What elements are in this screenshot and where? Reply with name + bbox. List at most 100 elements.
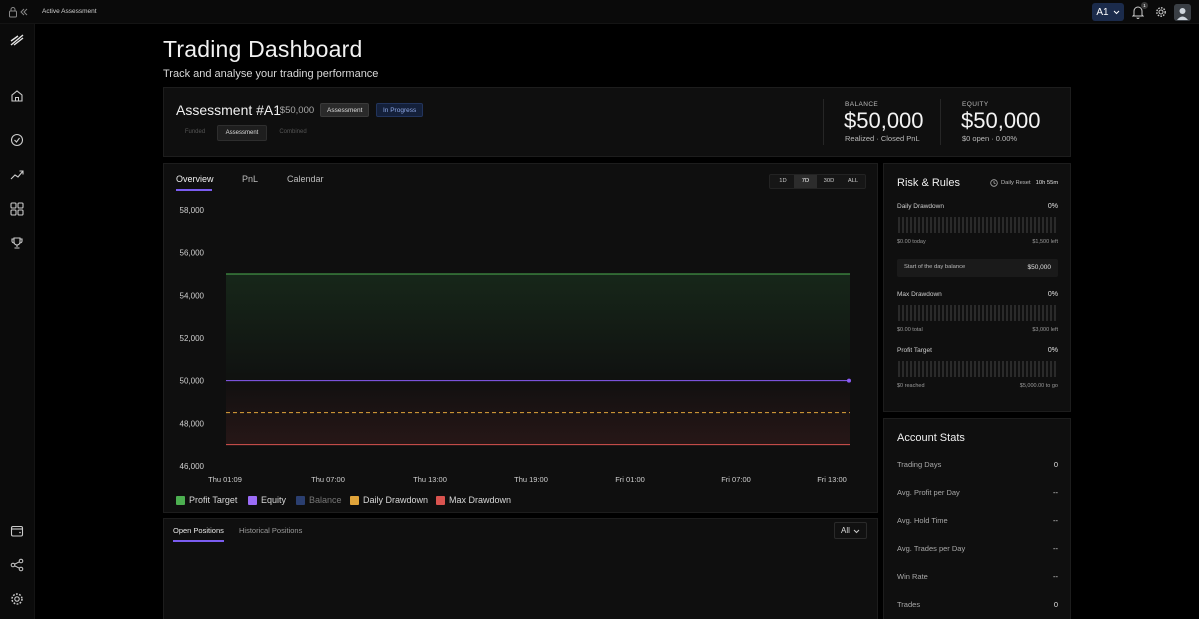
- meter-segment: [1018, 305, 1020, 321]
- legend-max-drawdown[interactable]: Max Drawdown: [436, 495, 511, 505]
- meter-segment: [946, 305, 948, 321]
- stat-label: Avg. Profit per Day: [897, 488, 960, 497]
- profit-target-reached: $0 reached: [897, 383, 925, 389]
- range-selector: 1D 7D 30D ALL: [769, 174, 866, 189]
- profit-target-label: Profit Target: [897, 347, 932, 354]
- meter-segment: [946, 361, 948, 377]
- meter-segment: [982, 217, 984, 233]
- meter-segment: [962, 361, 964, 377]
- meter-segment: [1046, 361, 1048, 377]
- balance-label: BALANCE: [845, 101, 879, 108]
- meter-segment: [974, 217, 976, 233]
- meter-segment: [922, 361, 924, 377]
- meter-segment: [1054, 217, 1056, 233]
- stat-row-trades: Trades 0: [897, 600, 1058, 612]
- meter-segment: [966, 361, 968, 377]
- legend-daily-drawdown[interactable]: Daily Drawdown: [350, 495, 428, 505]
- range-30d-button[interactable]: 30D: [818, 175, 840, 188]
- phase-funded[interactable]: Funded: [176, 125, 214, 141]
- range-7d-button[interactable]: 7D: [794, 175, 817, 188]
- max-drawdown-used: $0.00 total: [897, 327, 923, 333]
- meter-segment: [1014, 361, 1016, 377]
- meter-segment: [1010, 305, 1012, 321]
- profit-target-percent: 0%: [1047, 347, 1058, 354]
- meter-segment: [898, 217, 900, 233]
- avatar[interactable]: [1174, 4, 1191, 21]
- meter-segment: [942, 361, 944, 377]
- grid-icon[interactable]: [10, 202, 24, 216]
- meter-segment: [1026, 305, 1028, 321]
- stat-value: --: [1053, 516, 1058, 525]
- x-tick-label: Fri 07:00: [721, 475, 751, 484]
- daily-reset-label: Daily Reset: [1001, 180, 1031, 186]
- positions-filter-select[interactable]: All: [834, 522, 867, 539]
- meter-segment: [1014, 305, 1016, 321]
- x-tick-label: Thu 19:00: [514, 475, 548, 484]
- meter-segment: [1034, 305, 1036, 321]
- home-icon[interactable]: [10, 89, 24, 103]
- meter-segment: [902, 361, 904, 377]
- tab-historical-positions[interactable]: Historical Positions: [239, 526, 302, 535]
- meter-segment: [950, 305, 952, 321]
- phase-assessment[interactable]: Assessment: [217, 125, 267, 141]
- trophy-icon[interactable]: [10, 236, 24, 250]
- gear-icon[interactable]: [1155, 6, 1167, 18]
- meter-segment: [978, 361, 980, 377]
- sidebar: [0, 24, 35, 619]
- tab-overview[interactable]: Overview: [176, 174, 214, 184]
- meter-segment: [938, 305, 940, 321]
- legend-profit-target[interactable]: Profit Target: [176, 495, 237, 505]
- legend-label: Max Drawdown: [449, 495, 512, 505]
- meter-segment: [1030, 217, 1032, 233]
- meter-segment: [1018, 361, 1020, 377]
- share-icon[interactable]: [10, 558, 24, 572]
- meter-segment: [962, 305, 964, 321]
- daily-reset: Daily Reset 10h 55m: [990, 179, 1058, 187]
- settings-icon[interactable]: [10, 592, 24, 606]
- meter-segment: [1002, 305, 1004, 321]
- meter-segment: [1050, 305, 1052, 321]
- meter-segment: [898, 305, 900, 321]
- meter-segment: [1054, 305, 1056, 321]
- meter-segment: [1042, 305, 1044, 321]
- chevron-down-icon: [1113, 10, 1119, 14]
- meter-segment: [978, 305, 980, 321]
- compass-icon[interactable]: [10, 133, 24, 147]
- meter-segment: [902, 217, 904, 233]
- tab-open-positions[interactable]: Open Positions: [173, 526, 224, 535]
- meter-segment: [914, 305, 916, 321]
- stat-row-win-rate: Win Rate --: [897, 572, 1058, 584]
- tab-calendar[interactable]: Calendar: [287, 174, 324, 184]
- logo-icon[interactable]: [10, 33, 24, 47]
- meter-segment: [998, 361, 1000, 377]
- legend-equity[interactable]: Equity: [248, 495, 286, 505]
- account-selector-button[interactable]: A1: [1092, 3, 1124, 21]
- meter-segment: [982, 305, 984, 321]
- collapse-sidebar-icon[interactable]: [19, 6, 29, 18]
- trending-up-icon[interactable]: [10, 168, 24, 182]
- daily-drawdown-progress: [898, 217, 1056, 233]
- meter-segment: [1054, 361, 1056, 377]
- legend-swatch: [350, 495, 359, 505]
- range-1d-button[interactable]: 1D: [772, 175, 794, 188]
- legend-balance[interactable]: Balance: [296, 495, 342, 505]
- meter-segment: [998, 305, 1000, 321]
- meter-segment: [918, 361, 920, 377]
- legend-label: Equity: [261, 495, 287, 505]
- legend-label: Daily Drawdown: [363, 495, 429, 505]
- y-tick-label: 50,000: [180, 377, 205, 386]
- stat-label: Trading Days: [897, 460, 942, 469]
- tab-pnl[interactable]: PnL: [242, 174, 258, 184]
- max-drawdown-progress: [898, 305, 1056, 321]
- meter-segment: [1006, 361, 1008, 377]
- range-all-button[interactable]: ALL: [841, 175, 865, 188]
- meter-segment: [1022, 361, 1024, 377]
- meter-segment: [1006, 217, 1008, 233]
- meter-segment: [1022, 305, 1024, 321]
- legend-swatch: [176, 495, 185, 505]
- wallet-icon[interactable]: [10, 524, 24, 538]
- y-tick-label: 56,000: [180, 249, 205, 258]
- meter-segment: [926, 217, 928, 233]
- lock-icon[interactable]: [8, 6, 18, 18]
- phase-combined[interactable]: Combined: [272, 125, 314, 141]
